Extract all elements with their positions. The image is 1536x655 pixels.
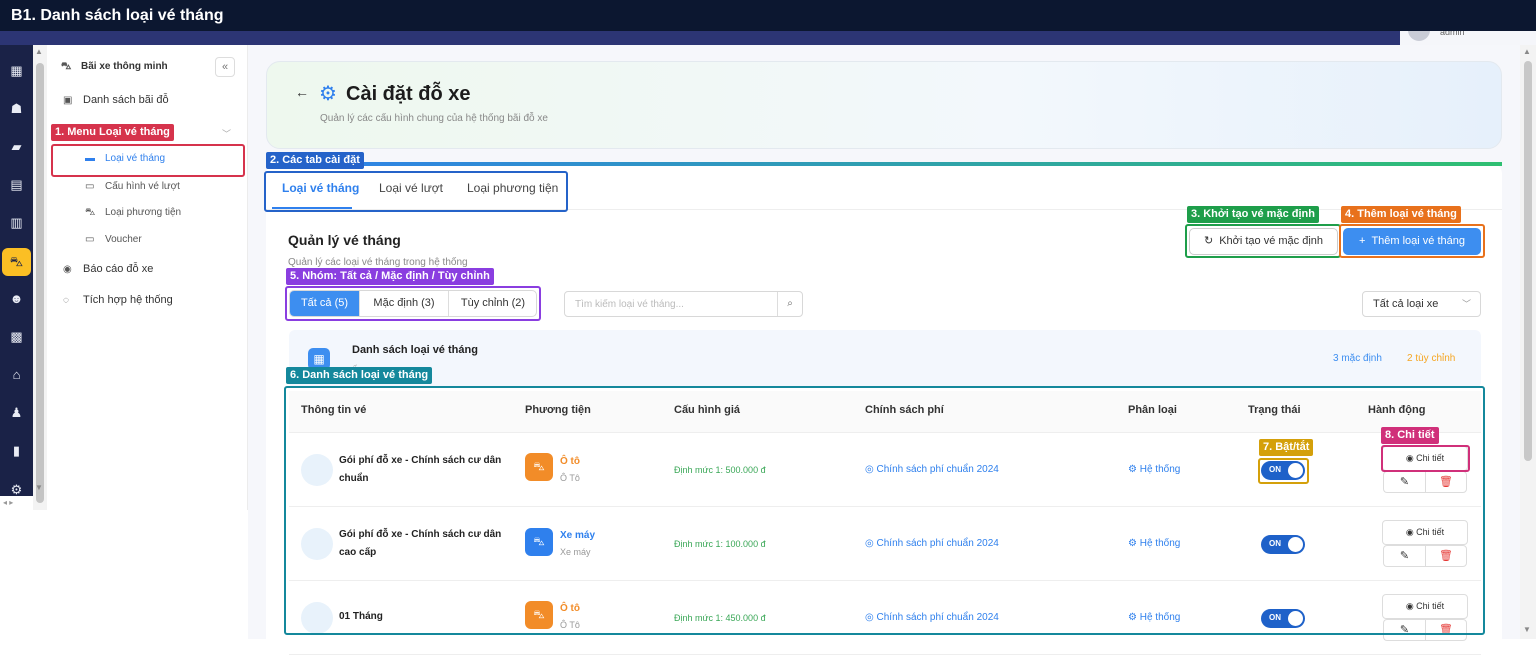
default-count: 3 mặc định: [1333, 353, 1382, 364]
banner-title: B1. Danh sách loại vé tháng: [0, 0, 1536, 31]
document-icon[interactable]: ▤: [8, 176, 25, 193]
ticket-icon: ▭: [85, 181, 95, 192]
user-name: admin: [1440, 31, 1465, 37]
voucher-icon: ▭: [85, 234, 95, 245]
car-icon: ⛍: [61, 61, 72, 72]
sidebar-item-voucher[interactable]: ▭ Voucher: [85, 234, 142, 245]
annotation-label-4: 4. Thêm loại vé tháng: [1341, 206, 1461, 223]
annotation-box-1: [51, 144, 245, 177]
chevron-down-icon[interactable]: ﹀: [222, 127, 231, 140]
search-input[interactable]: [565, 292, 777, 316]
page-header: ← ⚙ Cài đặt đỗ xe Quản lý các cấu hình c…: [266, 61, 1502, 149]
sidebar-item-integration[interactable]: ◌ Tích hợp hệ thống: [63, 294, 173, 306]
sidebar-item-vehicle-type[interactable]: ⛍ Loại phương tiện: [85, 207, 181, 220]
annotation-label-5: 5. Nhóm: Tất cả / Mặc định / Tùy chỉnh: [286, 268, 494, 285]
annotation-label-7: 7. Bật/tắt: [1259, 439, 1314, 456]
annotation-box-8: [1381, 445, 1470, 472]
vehicle-type-select[interactable]: Tất cả loại xe ﹀: [1362, 291, 1481, 317]
annotation-box-6: [284, 386, 1485, 635]
list-icon: ▣: [63, 95, 73, 106]
users-icon[interactable]: ☻: [8, 290, 25, 307]
section-title: Quản lý vé tháng: [288, 232, 401, 248]
scroll-down-icon[interactable]: ▼: [1523, 625, 1531, 634]
annotation-label-3: 3. Khởi tạo vé mặc định: [1187, 206, 1319, 223]
list-title: Danh sách loại vé tháng: [352, 344, 478, 356]
sidebar-scrollbar[interactable]: ▲ ▼: [33, 45, 47, 510]
sidebar: ⛍ Bãi xe thông minh « ▣ Danh sách bãi đỗ ﹀…: [47, 45, 248, 510]
custom-count: 2 tùy chỉnh: [1407, 353, 1456, 364]
icon-rail: ▦ ☗ ▰ ▤ ▥ ⛍ ☻ ▩ ⌂ ♟ ▮ ⚙: [0, 45, 33, 510]
gear-icon: ⚙: [319, 83, 337, 105]
chart-icon[interactable]: ▮: [8, 442, 25, 459]
annotation-label-1: 1. Menu Loại vé tháng: [51, 124, 174, 141]
car-icon: ⛍: [85, 207, 96, 218]
annotation-box-3: [1185, 224, 1341, 258]
briefcase-icon[interactable]: ▥: [8, 214, 25, 231]
page-title: Cài đặt đỗ xe: [346, 83, 471, 105]
report-icon: ◉: [63, 264, 72, 275]
city-icon[interactable]: ▩: [8, 328, 25, 345]
chat-icon[interactable]: ▰: [8, 138, 25, 155]
search-box: ⌕: [564, 291, 803, 317]
scroll-up-icon[interactable]: ▲: [1523, 47, 1531, 56]
scroll-thumb[interactable]: [1524, 61, 1532, 461]
chevron-down-icon: ﹀: [1461, 299, 1471, 309]
sidebar-app[interactable]: ⛍ Bãi xe thông minh: [61, 61, 168, 74]
back-arrow-icon[interactable]: ←: [295, 84, 309, 100]
store-icon[interactable]: ⌂: [8, 366, 25, 383]
scroll-down-icon[interactable]: ▼: [35, 483, 43, 492]
user-menu[interactable]: admin: [1400, 31, 1536, 45]
page-scrollbar[interactable]: ▲ ▼: [1520, 45, 1536, 639]
page-subtitle: Quản lý các cấu hình chung của hệ thống …: [320, 113, 548, 124]
annotation-box-7: [1258, 458, 1309, 484]
integration-icon: ◌: [63, 295, 69, 306]
avatar: [1408, 31, 1430, 41]
building-icon[interactable]: ▦: [8, 62, 25, 79]
annotation-label-8: 8. Chi tiết: [1381, 427, 1439, 444]
horizontal-scrollbar[interactable]: ◂ ▸: [0, 496, 33, 510]
collapse-button[interactable]: «: [215, 57, 235, 77]
sidebar-item-report[interactable]: ◉ Báo cáo đỗ xe: [63, 263, 153, 275]
top-header-bar: [0, 31, 1536, 45]
list-header: ▦ Danh sách loại vé tháng ấy 3 mặc định …: [289, 330, 1481, 388]
annotation-box-4: [1339, 224, 1485, 258]
car-icon[interactable]: ⛍: [2, 248, 31, 276]
annotation-label-6: 6. Danh sách loại vé tháng: [286, 367, 433, 384]
annotation-box-5: [285, 286, 541, 321]
annotation-box-2: [264, 171, 568, 212]
sidebar-item-single-ticket[interactable]: ▭ Cấu hình vé lượt: [85, 181, 180, 192]
annotation-label-2: 2. Các tab cài đặt: [266, 152, 364, 169]
people-icon[interactable]: ☗: [8, 100, 25, 117]
sidebar-item-parking-list[interactable]: ▣ Danh sách bãi đỗ: [63, 94, 169, 106]
section-subtitle: Quản lý các loại vé tháng trong hệ thống: [288, 257, 468, 268]
person-icon[interactable]: ♟: [8, 404, 25, 421]
scroll-up-icon[interactable]: ▲: [35, 47, 43, 56]
scroll-thumb[interactable]: [36, 63, 44, 503]
search-icon[interactable]: ⌕: [777, 292, 802, 316]
